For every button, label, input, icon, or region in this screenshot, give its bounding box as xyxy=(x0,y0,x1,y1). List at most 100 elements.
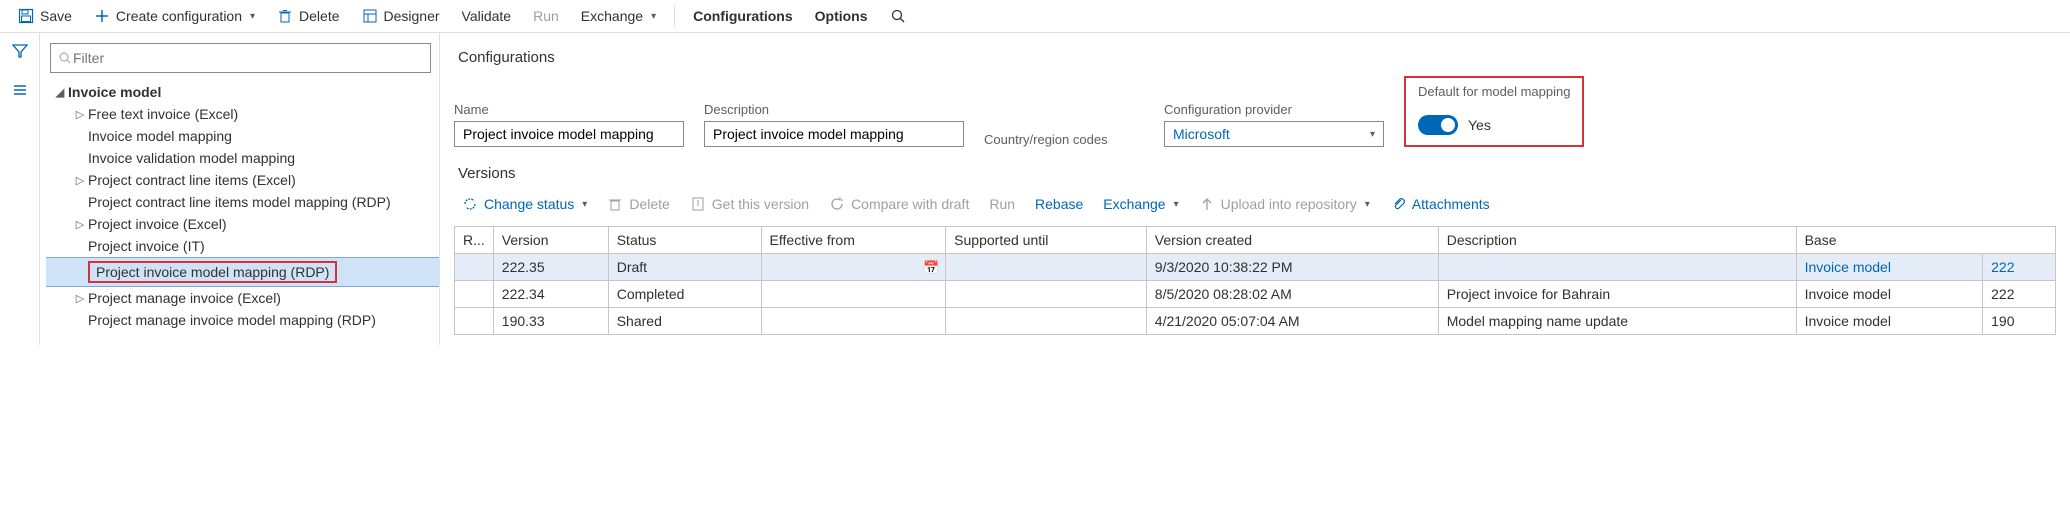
col-base[interactable]: Base xyxy=(1796,227,2055,254)
left-tool-rail xyxy=(0,33,40,345)
col-rowhandle[interactable]: R... xyxy=(455,227,494,254)
default-mapping-toggle[interactable] xyxy=(1418,115,1458,135)
save-button[interactable]: Save xyxy=(8,4,82,28)
tree-item[interactable]: ▷Free text invoice (Excel) xyxy=(46,103,439,125)
search-icon xyxy=(57,50,73,66)
tree-item[interactable]: ▷Project invoice (Excel) xyxy=(46,213,439,235)
default-mapping-label: Default for model mapping xyxy=(1418,84,1570,99)
cell[interactable]: 222 xyxy=(1983,281,2056,308)
list-icon[interactable] xyxy=(12,82,28,101)
search-button[interactable] xyxy=(880,4,916,28)
delete-button[interactable]: Delete xyxy=(267,4,349,28)
cell[interactable] xyxy=(455,254,494,281)
cell[interactable]: 222.34 xyxy=(493,281,608,308)
designer-button[interactable]: Designer xyxy=(352,4,450,28)
rebase-button[interactable]: Rebase xyxy=(1031,194,1087,214)
tree-item[interactable]: Project manage invoice model mapping (RD… xyxy=(46,309,439,331)
tree-item[interactable]: ▷Project manage invoice (Excel) xyxy=(46,287,439,309)
provider-label: Configuration provider xyxy=(1164,102,1384,117)
calendar-icon[interactable]: 📅 xyxy=(923,260,939,276)
cell[interactable] xyxy=(946,308,1147,335)
run-button[interactable]: Run xyxy=(523,4,569,28)
tree-item[interactable]: Project contract line items model mappin… xyxy=(46,191,439,213)
configurations-tab[interactable]: Configurations xyxy=(683,4,803,28)
cell[interactable]: Shared xyxy=(608,308,761,335)
collapse-icon[interactable]: ◢ xyxy=(52,86,68,99)
cell[interactable]: 4/21/2020 05:07:04 AM xyxy=(1146,308,1438,335)
cell[interactable]: 9/3/2020 10:38:22 PM xyxy=(1146,254,1438,281)
create-config-button[interactable]: Create configuration▾ xyxy=(84,4,265,28)
filter-box[interactable] xyxy=(50,43,431,73)
toolbar-separator xyxy=(674,5,675,27)
tree-pane: ◢ Invoice model ▷Free text invoice (Exce… xyxy=(40,33,440,345)
get-version-button[interactable]: Get this version xyxy=(686,194,813,214)
provider-select[interactable]: Microsoft ▾ xyxy=(1164,121,1384,147)
version-row[interactable]: 222.34Completed 8/5/2020 08:28:02 AMProje… xyxy=(455,281,2056,308)
default-mapping-value: Yes xyxy=(1468,117,1491,133)
expand-icon[interactable]: ▷ xyxy=(72,174,88,187)
tree-item-label: Project invoice (IT) xyxy=(88,238,205,254)
cell[interactable] xyxy=(761,308,946,335)
name-input[interactable] xyxy=(454,121,684,147)
description-input[interactable] xyxy=(704,121,964,147)
validate-button[interactable]: Validate xyxy=(452,4,522,28)
filter-icon[interactable] xyxy=(12,43,28,62)
tree-item[interactable]: ▷Project contract line items (Excel) xyxy=(46,169,439,191)
exchange-button[interactable]: Exchange▾ xyxy=(571,4,666,28)
download-icon xyxy=(690,196,706,212)
designer-icon xyxy=(362,8,378,24)
version-exchange-button[interactable]: Exchange▾ xyxy=(1099,194,1182,214)
tree-item[interactable]: Invoice validation model mapping xyxy=(46,147,439,169)
save-icon xyxy=(18,8,34,24)
cell[interactable] xyxy=(761,281,946,308)
tree-root[interactable]: ◢ Invoice model xyxy=(46,81,439,103)
filter-input[interactable] xyxy=(73,50,424,66)
tree-item-label: Free text invoice (Excel) xyxy=(88,106,238,122)
cell[interactable]: 📅 xyxy=(761,254,946,281)
version-row[interactable]: 190.33Shared 4/21/2020 05:07:04 AMModel m… xyxy=(455,308,2056,335)
cell[interactable]: 222 xyxy=(1983,254,2056,281)
col-status[interactable]: Status xyxy=(608,227,761,254)
compare-button[interactable]: Compare with draft xyxy=(825,194,973,214)
chevron-down-icon: ▾ xyxy=(1365,199,1370,210)
section-title: Configurations xyxy=(458,49,2056,66)
chevron-down-icon: ▾ xyxy=(250,11,255,22)
cell[interactable] xyxy=(455,308,494,335)
change-status-button[interactable]: Change status▾ xyxy=(458,194,591,214)
col-description[interactable]: Description xyxy=(1438,227,1796,254)
options-tab[interactable]: Options xyxy=(805,4,878,28)
tree-item-label: Project manage invoice (Excel) xyxy=(88,290,281,306)
col-version[interactable]: Version xyxy=(493,227,608,254)
cell[interactable] xyxy=(946,281,1147,308)
version-row[interactable]: 222.35Draft 📅 9/3/2020 10:38:22 PM Invoice … xyxy=(455,254,2056,281)
expand-icon[interactable]: ▷ xyxy=(72,292,88,305)
cell[interactable] xyxy=(1438,254,1796,281)
cell[interactable]: Completed xyxy=(608,281,761,308)
chevron-down-icon: ▾ xyxy=(582,199,587,210)
cell[interactable]: 8/5/2020 08:28:02 AM xyxy=(1146,281,1438,308)
cell[interactable]: Model mapping name update xyxy=(1438,308,1796,335)
cell[interactable]: 190 xyxy=(1983,308,2056,335)
tree-item-label: Invoice model mapping xyxy=(88,128,232,144)
version-delete-button[interactable]: Delete xyxy=(603,194,673,214)
tree-item[interactable]: Invoice model mapping xyxy=(46,125,439,147)
expand-icon[interactable]: ▷ xyxy=(72,218,88,231)
cell[interactable] xyxy=(455,281,494,308)
cell[interactable]: Draft xyxy=(608,254,761,281)
col-supported[interactable]: Supported until xyxy=(946,227,1147,254)
cell[interactable]: Invoice model xyxy=(1796,308,1983,335)
cell[interactable]: Invoice model xyxy=(1796,254,1983,281)
cell[interactable] xyxy=(946,254,1147,281)
col-created[interactable]: Version created xyxy=(1146,227,1438,254)
cell[interactable]: 190.33 xyxy=(493,308,608,335)
version-run-button[interactable]: Run xyxy=(985,194,1019,214)
cell[interactable]: Project invoice for Bahrain xyxy=(1438,281,1796,308)
attachments-button[interactable]: Attachments xyxy=(1386,194,1494,214)
cell[interactable]: Invoice model xyxy=(1796,281,1983,308)
expand-icon[interactable]: ▷ xyxy=(72,108,88,121)
tree-item[interactable]: Project invoice (IT) xyxy=(46,235,439,257)
upload-button[interactable]: Upload into repository▾ xyxy=(1195,194,1374,214)
tree-item[interactable]: Project invoice model mapping (RDP) xyxy=(46,257,439,287)
cell[interactable]: 222.35 xyxy=(493,254,608,281)
col-effective[interactable]: Effective from xyxy=(761,227,946,254)
